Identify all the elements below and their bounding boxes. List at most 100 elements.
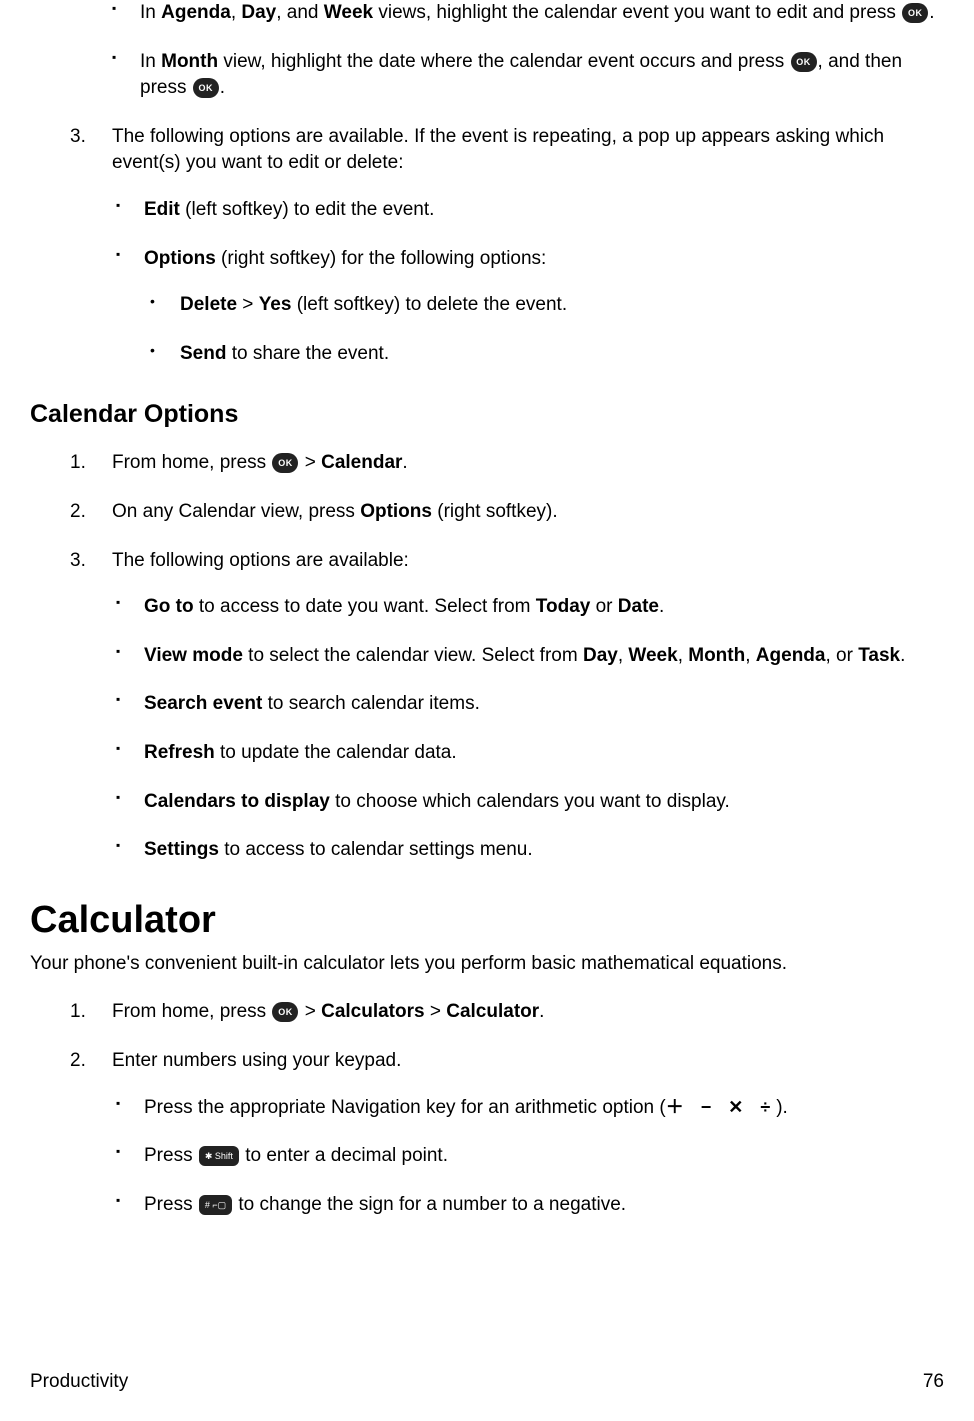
bold: Task	[858, 645, 900, 666]
page-number: 76	[923, 1369, 944, 1396]
page-footer: Productivity 76	[30, 1369, 944, 1396]
bold: Send	[180, 343, 226, 364]
list-item: Calendars to display to choose which cal…	[112, 789, 944, 816]
pound-key-icon: # ⌐▢	[199, 1195, 232, 1215]
list-item: Refresh to update the calendar data.	[112, 740, 944, 767]
text: (left softkey) to edit the event.	[180, 199, 435, 220]
text: .	[659, 596, 664, 617]
list-item: In Agenda, Day, and Week views, highligh…	[108, 0, 944, 27]
ok-icon: OK	[193, 78, 219, 98]
list-item: Go to to access to date you want. Select…	[112, 594, 944, 621]
ok-icon: OK	[791, 52, 817, 72]
text: From home, press	[112, 1001, 271, 1022]
text: The following options are available:	[112, 550, 409, 571]
text: .	[220, 77, 225, 98]
text: views, highlight the calendar event you …	[373, 2, 901, 23]
text: ,	[678, 645, 689, 666]
bold: Delete	[180, 294, 237, 315]
text: Press	[144, 1145, 198, 1166]
text: >	[425, 1001, 447, 1022]
text: view, highlight the date where the calen…	[218, 51, 789, 72]
text: to update the calendar data.	[215, 742, 457, 763]
bold: Search event	[144, 693, 262, 714]
step-3: The following options are available: Go …	[70, 548, 944, 864]
list-item: View mode to select the calendar view. S…	[112, 643, 944, 670]
arithmetic-icons: ＋ − ✕ ÷	[666, 1095, 776, 1120]
keypad-instructions: Press the appropriate Navigation key for…	[112, 1095, 944, 1219]
text: to access to calendar settings menu.	[219, 839, 533, 860]
bold: Day	[241, 2, 276, 23]
text: >	[299, 1001, 321, 1022]
text: , or	[825, 645, 858, 666]
text: (left softkey) to delete the event.	[291, 294, 567, 315]
bold: View mode	[144, 645, 243, 666]
shift-key-icon: ✱ Shift	[199, 1146, 239, 1166]
text: to access to date you want. Select from	[194, 596, 536, 617]
bold: Edit	[144, 199, 180, 220]
text: to search calendar items.	[262, 693, 480, 714]
step-2: Enter numbers using your keypad. Press t…	[70, 1048, 944, 1218]
bold: Day	[583, 645, 618, 666]
list-item: Press the appropriate Navigation key for…	[112, 1095, 944, 1122]
text: .	[402, 452, 407, 473]
list-item: Settings to access to calendar settings …	[112, 837, 944, 864]
step-2: On any Calendar view, press Options (rig…	[70, 499, 944, 526]
text: In	[140, 2, 161, 23]
bold: Calculators	[321, 1001, 424, 1022]
calculator-subtext: Your phone's convenient built-in calcula…	[30, 951, 944, 978]
text: , and	[276, 2, 324, 23]
calculator-heading: Calculator	[30, 894, 944, 947]
text: to choose which calendars you want to di…	[330, 791, 730, 812]
text: ,	[618, 645, 629, 666]
text: to select the calendar view. Select from	[243, 645, 583, 666]
text: or	[590, 596, 617, 617]
text: >	[237, 294, 259, 315]
bold: Options	[360, 501, 432, 522]
calendar-options-steps: From home, press OK > Calendar. On any C…	[70, 450, 944, 863]
bold: Yes	[259, 294, 292, 315]
text: >	[299, 452, 321, 473]
ok-icon: OK	[272, 453, 298, 473]
bold: Month	[688, 645, 745, 666]
text: .	[900, 645, 905, 666]
bold: Date	[618, 596, 659, 617]
step-list: The following options are available. If …	[70, 124, 944, 368]
bold: Calendars to display	[144, 791, 330, 812]
list-item: Send to share the event.	[144, 341, 944, 368]
bold: Agenda	[161, 2, 231, 23]
list-item: Options (right softkey) for the followin…	[112, 246, 944, 368]
text: to share the event.	[226, 343, 389, 364]
text: .	[929, 2, 934, 23]
bold: Options	[144, 248, 216, 269]
text: In	[140, 51, 161, 72]
text: ,	[231, 2, 242, 23]
calendar-options-heading: Calendar Options	[30, 397, 944, 432]
bold: Go to	[144, 596, 194, 617]
list-item: Delete > Yes (left softkey) to delete th…	[144, 292, 944, 319]
bold: Agenda	[756, 645, 826, 666]
footer-section: Productivity	[30, 1369, 128, 1396]
list-item: Press ✱ Shift to enter a decimal point.	[112, 1143, 944, 1170]
bold: Today	[536, 596, 591, 617]
text: (right softkey) for the following option…	[216, 248, 547, 269]
bold: Month	[161, 51, 218, 72]
ok-icon: OK	[272, 1002, 298, 1022]
options-sublist: Delete > Yes (left softkey) to delete th…	[144, 292, 944, 367]
text: Enter numbers using your keypad.	[112, 1050, 401, 1071]
step-3: The following options are available. If …	[70, 124, 944, 368]
calculator-steps: From home, press OK > Calculators > Calc…	[70, 999, 944, 1218]
text: (right softkey).	[432, 501, 558, 522]
bold: Refresh	[144, 742, 215, 763]
bold: Week	[324, 2, 373, 23]
step-1: From home, press OK > Calculators > Calc…	[70, 999, 944, 1026]
text: Press	[144, 1194, 198, 1215]
text: ,	[745, 645, 756, 666]
list-item: Edit (left softkey) to edit the event.	[112, 197, 944, 224]
text: ).	[776, 1097, 788, 1118]
text: to change the sign for a number to a neg…	[233, 1194, 626, 1215]
text: On any Calendar view, press	[112, 501, 360, 522]
bold: Calendar	[321, 452, 402, 473]
list-item: Press # ⌐▢ to change the sign for a numb…	[112, 1192, 944, 1219]
text: Press the appropriate Navigation key for…	[144, 1097, 666, 1118]
list-item: In Month view, highlight the date where …	[108, 49, 944, 102]
